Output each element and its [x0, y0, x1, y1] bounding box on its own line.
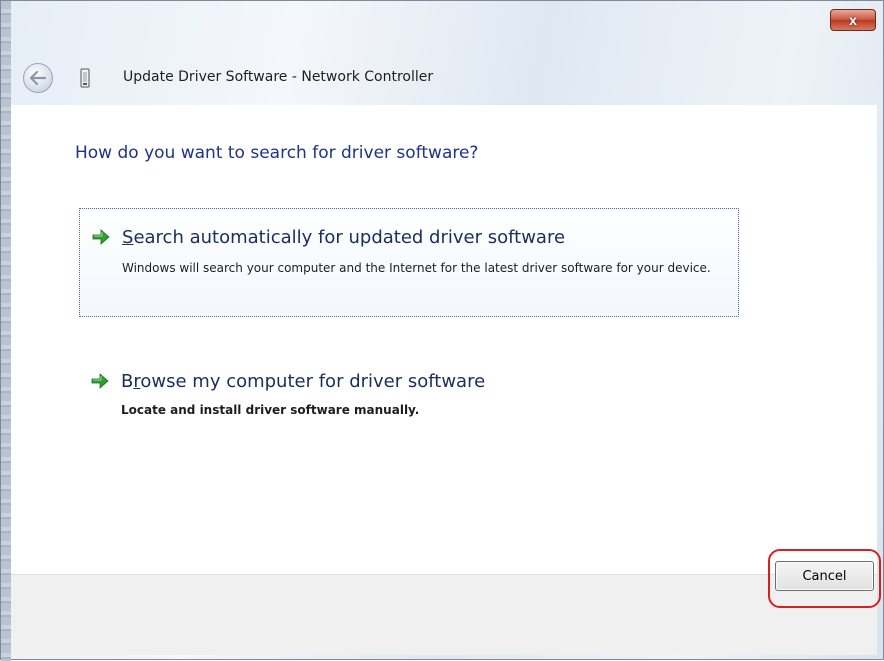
option-description: Locate and install driver software manua… — [121, 403, 420, 417]
window-title: Update Driver Software - Network Control… — [123, 69, 434, 85]
dialog-window: x Update Driver Software - Network Contr… — [0, 0, 884, 661]
close-button[interactable]: x — [830, 9, 876, 31]
page-heading: How do you want to search for driver sof… — [75, 143, 479, 163]
green-arrow-icon — [91, 373, 109, 389]
browse-computer-option[interactable]: Browse my computer for driver software L… — [79, 367, 739, 437]
search-automatically-option[interactable]: Search automatically for updated driver … — [79, 208, 739, 317]
network-controller-icon — [80, 68, 90, 88]
main-content: How do you want to search for driver sof… — [11, 105, 877, 574]
dialog-footer — [11, 574, 877, 655]
cancel-button[interactable]: Cancel — [775, 561, 874, 591]
green-arrow-icon — [92, 229, 110, 245]
option-title: Browse my computer for driver software — [121, 371, 486, 392]
window-frame-left — [1, 1, 11, 661]
back-button[interactable] — [23, 63, 53, 93]
close-icon: x — [849, 12, 857, 28]
option-description: Windows will search your computer and th… — [122, 261, 711, 275]
back-arrow-icon — [30, 71, 46, 85]
option-title: Search automatically for updated driver … — [122, 227, 566, 248]
